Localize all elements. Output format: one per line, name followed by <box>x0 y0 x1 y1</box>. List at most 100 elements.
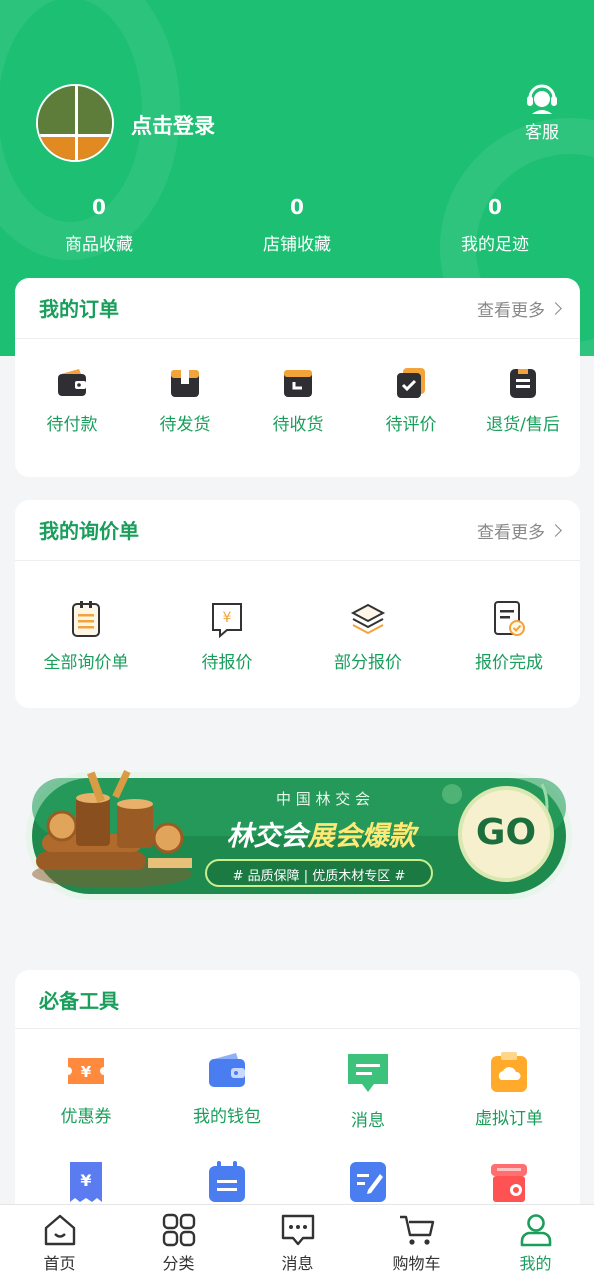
banner-headline-b: 展会爆款 <box>307 821 416 852</box>
stat-value: 0 <box>92 195 106 219</box>
layers-icon <box>350 603 386 635</box>
tool-gift-box[interactable] <box>488 1160 530 1204</box>
promo-banner[interactable]: 中 国 林 交 会 林交会展会爆款 # 品质保障 | 优质木材专区 # GO <box>22 764 576 906</box>
inquiry-label: 报价完成 <box>475 653 543 673</box>
tool-messages[interactable]: 消息 <box>313 1050 423 1131</box>
package-icon <box>171 370 199 397</box>
coupon-icon: ¥ <box>68 1058 104 1084</box>
tool-label: 虚拟订单 <box>475 1109 543 1129</box>
order-pending-review[interactable]: 待评价 <box>371 366 451 435</box>
edit-note-icon <box>350 1162 386 1202</box>
review-check-icon <box>397 368 425 398</box>
view-more-label: 查看更多 <box>477 301 545 321</box>
stat-value: 0 <box>488 195 502 219</box>
tool-calendar[interactable] <box>206 1160 248 1204</box>
tools-card: 必备工具 ¥ 优惠券 我的钱包 消息 虚拟订单 ¥ <box>15 970 580 1220</box>
order-status-label: 退货/售后 <box>486 415 560 435</box>
stat-label: 店铺收藏 <box>263 235 331 255</box>
wallet-icon <box>58 369 86 396</box>
chat-icon <box>281 1214 314 1246</box>
inquiry-quote-complete[interactable]: 报价完成 <box>454 600 564 673</box>
receipt-icon: ¥ <box>70 1162 102 1202</box>
gift-box-icon <box>491 1164 527 1202</box>
inquiry-title: 我的询价单 <box>39 519 139 543</box>
tool-edit-note[interactable] <box>347 1160 389 1204</box>
cart-icon <box>399 1215 434 1245</box>
order-pending-shipment[interactable]: 待发货 <box>145 366 225 435</box>
home-icon <box>44 1214 75 1246</box>
banner-top-text: 中 国 林 交 会 <box>275 790 371 808</box>
nav-label: 首页 <box>43 1254 76 1273</box>
stat-label: 商品收藏 <box>65 235 133 255</box>
customer-service-button[interactable]: 客服 <box>518 80 566 143</box>
svg-text:¥: ¥ <box>223 610 232 626</box>
order-status-label: 待发货 <box>159 415 211 435</box>
message-icon <box>348 1054 388 1092</box>
headset-icon <box>527 84 557 114</box>
stats-row: 0 商品收藏 0 店铺收藏 0 我的足迹 <box>0 192 594 262</box>
user-icon <box>520 1214 551 1247</box>
tool-label: 消息 <box>351 1111 385 1131</box>
inquiry-label: 待报价 <box>201 653 253 673</box>
inquiry-pending-quote[interactable]: ¥ 待报价 <box>172 600 282 673</box>
tool-wallet[interactable]: 我的钱包 <box>172 1050 282 1127</box>
orders-title: 我的订单 <box>39 297 119 321</box>
banner-subtitle: # 品质保障 | 优质木材专区 # <box>232 869 406 884</box>
nav-label: 消息 <box>281 1254 314 1273</box>
inquiry-partial-quote[interactable]: 部分报价 <box>313 600 423 673</box>
banner-headline-a: 林交会 <box>226 821 308 852</box>
orders-card-header: 我的订单 查看更多 <box>15 278 580 339</box>
svg-text:¥: ¥ <box>81 1063 92 1081</box>
order-returns[interactable]: 退货/售后 <box>478 366 568 435</box>
inquiry-all[interactable]: 全部询价单 <box>31 600 141 673</box>
orders-view-more[interactable]: 查看更多 <box>477 296 562 321</box>
inquiry-label: 全部询价单 <box>43 653 129 673</box>
calendar-icon <box>209 1161 245 1202</box>
tool-coupon[interactable]: ¥ 优惠券 <box>31 1050 141 1127</box>
nav-label: 购物车 <box>392 1254 441 1273</box>
nav-label: 我的 <box>519 1254 552 1273</box>
stat-product-favorites[interactable]: 0 商品收藏 <box>0 192 198 255</box>
service-label: 客服 <box>525 123 559 143</box>
login-link[interactable]: 点击登录 <box>131 110 215 140</box>
chevron-right-icon <box>549 524 562 537</box>
avatar[interactable] <box>36 84 114 162</box>
stat-footprints[interactable]: 0 我的足迹 <box>396 192 594 255</box>
tools-title: 必备工具 <box>39 989 119 1013</box>
inquiry-card-header: 我的询价单 查看更多 <box>15 500 580 561</box>
order-pending-receipt[interactable]: 待收货 <box>258 366 338 435</box>
svg-text:¥: ¥ <box>80 1171 91 1190</box>
inquiry-card: 我的询价单 查看更多 全部询价单 ¥ 待报价 部分报价 报价完成 <box>15 500 580 708</box>
nav-cart[interactable]: 购物车 <box>357 1213 476 1274</box>
inquiry-label: 部分报价 <box>334 653 402 673</box>
document-check-icon <box>494 601 525 636</box>
clipboard-list-icon <box>72 601 100 637</box>
wallet-icon <box>209 1053 245 1087</box>
tool-label: 我的钱包 <box>193 1107 261 1127</box>
order-status-label: 待收货 <box>272 415 324 435</box>
tool-receipt[interactable]: ¥ <box>65 1160 107 1204</box>
order-status-label: 待评价 <box>385 415 437 435</box>
tool-label: 优惠券 <box>60 1107 112 1127</box>
yuan-message-icon: ¥ <box>212 603 242 638</box>
stat-label: 我的足迹 <box>461 235 529 255</box>
chevron-right-icon <box>549 302 562 315</box>
nav-messages[interactable]: 消息 <box>238 1213 357 1274</box>
nav-home[interactable]: 首页 <box>0 1213 119 1274</box>
banner-go-button[interactable]: GO <box>466 812 546 853</box>
return-document-icon <box>510 369 536 398</box>
nav-label: 分类 <box>162 1254 195 1273</box>
view-more-label: 查看更多 <box>477 523 545 543</box>
stat-value: 0 <box>290 195 304 219</box>
order-status-label: 待付款 <box>46 415 98 435</box>
grid-icon <box>162 1213 195 1247</box>
nav-category[interactable]: 分类 <box>119 1213 238 1274</box>
inquiry-view-more[interactable]: 查看更多 <box>477 518 562 543</box>
stat-store-favorites[interactable]: 0 店铺收藏 <box>198 192 396 255</box>
tool-virtual-order[interactable]: 虚拟订单 <box>454 1050 564 1129</box>
bottom-nav: 首页 分类 消息 购物车 我的 <box>0 1204 594 1280</box>
order-pending-payment[interactable]: 待付款 <box>32 366 112 435</box>
receive-box-icon <box>284 370 312 397</box>
tools-card-header: 必备工具 <box>15 970 580 1029</box>
nav-mine[interactable]: 我的 <box>476 1213 594 1274</box>
